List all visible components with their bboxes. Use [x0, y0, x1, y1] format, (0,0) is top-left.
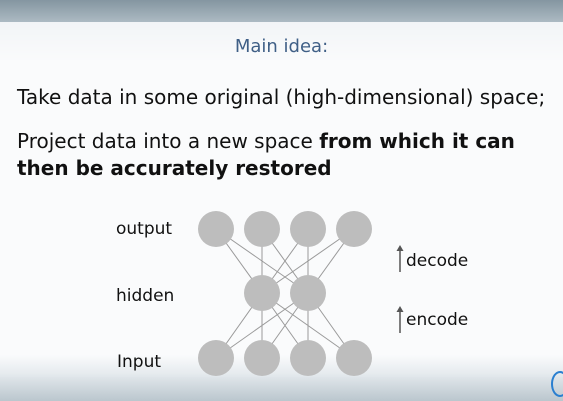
- output-node: [244, 211, 280, 247]
- output-node: [336, 211, 372, 247]
- decode-arrow: [396, 245, 404, 272]
- corner-logo-mark: [551, 371, 563, 397]
- input-node: [198, 340, 234, 376]
- output-node: [290, 211, 326, 247]
- input-node: [290, 340, 326, 376]
- network-edges: [215, 228, 355, 359]
- hidden-node: [290, 275, 326, 311]
- input-node: [244, 340, 280, 376]
- slide: Main idea: Take data in some original (h…: [0, 0, 563, 401]
- encode-label: encode: [406, 310, 469, 330]
- decode-label: decode: [406, 251, 469, 271]
- autoencoder-diagram: [198, 211, 404, 376]
- output-node: [198, 211, 234, 247]
- hidden-node: [244, 275, 280, 311]
- input-node: [336, 340, 372, 376]
- encode-arrow: [396, 306, 404, 333]
- network-nodes: [198, 211, 372, 376]
